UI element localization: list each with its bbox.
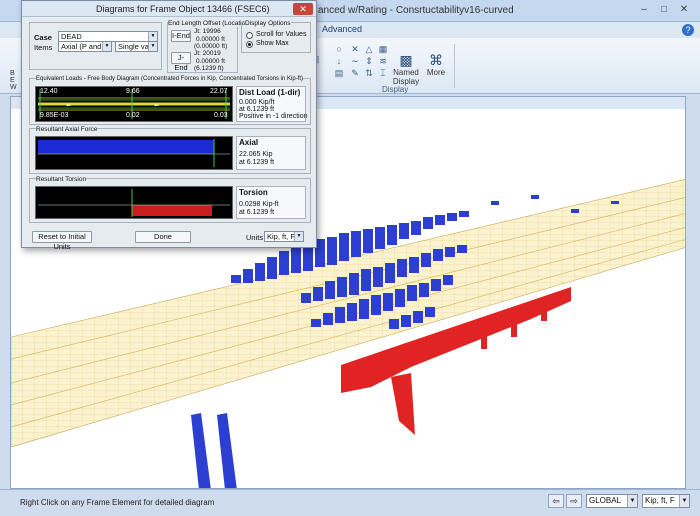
dialog-title-bar: Diagrams for Frame Object 13466 (FSEC6) … xyxy=(22,1,316,17)
j-end-button[interactable]: J-End xyxy=(171,52,191,72)
status-bar: Right Click on any Frame Element for det… xyxy=(0,489,700,516)
i-end-joint: Jt: 19996 xyxy=(194,28,221,35)
j-end-joint: Jt: 20019 xyxy=(194,50,221,57)
torsion-info: Torsion 0.0298 Kip-ft at 6.1239 ft xyxy=(236,186,306,219)
show-max-radio[interactable] xyxy=(246,41,253,48)
dialog-title: Diagrams for Frame Object 13466 (FSEC6) xyxy=(96,4,270,14)
fbd-value-bottom-left: 9.85E-03 xyxy=(40,112,69,119)
scroll-for-values-radio[interactable] xyxy=(246,32,253,39)
case-label: Case xyxy=(34,33,52,42)
svg-text:⇐: ⇐ xyxy=(154,102,159,109)
end-length-offset-title: End Length Offset (Location) xyxy=(168,20,251,27)
chevron-down-icon: ▼ xyxy=(148,42,157,51)
tab-advanced[interactable]: Advanced xyxy=(322,24,362,34)
pen-tool-icon[interactable]: ✎ xyxy=(350,68,360,78)
items-select[interactable]: Axial (P and T) ▼ xyxy=(58,41,112,52)
grid-tool-icon[interactable]: ▦ xyxy=(378,44,388,54)
fbd-value-bottom-right: 0.03 xyxy=(214,112,228,119)
chevron-down-icon: ▼ xyxy=(627,495,637,507)
fbd-value-top-left: 12.40 xyxy=(40,88,58,95)
coordinate-system-select[interactable]: GLOBAL ▼ xyxy=(586,494,638,508)
status-message: Right Click on any Frame Element for det… xyxy=(20,498,215,507)
camera-icon: ▩ xyxy=(399,52,413,68)
minimize-icon[interactable]: – xyxy=(636,3,652,17)
wave-tool-icon[interactable]: ≋ xyxy=(378,56,388,66)
display-options-title: Display Options xyxy=(245,20,291,27)
frame-diagram-dialog: Diagrams for Frame Object 13466 (FSEC6) … xyxy=(21,0,317,251)
chevron-down-icon: ▼ xyxy=(294,232,303,241)
axial-force-plot[interactable] xyxy=(35,136,233,170)
chevron-down-icon: ▼ xyxy=(679,495,689,507)
reset-units-button[interactable]: Reset to Initial Units xyxy=(32,231,92,251)
curve-tool-icon[interactable]: ∼ xyxy=(350,56,360,66)
maximize-icon[interactable]: □ xyxy=(656,3,672,17)
close-icon[interactable]: ✕ xyxy=(676,3,692,17)
svg-text:⇐: ⇐ xyxy=(66,102,71,109)
triangle-tool-icon[interactable]: △ xyxy=(364,44,374,54)
axial-force-title: Resultant Axial Force xyxy=(36,126,98,133)
beam-tool-icon[interactable]: ⌶ xyxy=(378,68,388,78)
torsion-graphic xyxy=(38,189,230,217)
done-button[interactable]: Done xyxy=(135,231,191,243)
i-end-button[interactable]: I-End xyxy=(171,30,191,42)
more-button[interactable]: ⌘ More xyxy=(424,52,448,90)
chevron-down-icon: ▼ xyxy=(102,42,111,51)
nav-back-button[interactable]: ⇦ xyxy=(548,494,564,508)
fbd-value-top-mid: 9.66 xyxy=(126,88,140,95)
i-end-offset: 0.00000 ft xyxy=(196,36,225,43)
arrow-down-tool-icon[interactable]: ↓ xyxy=(334,56,344,66)
items-label: Items xyxy=(34,43,53,52)
chevron-down-icon: ▼ xyxy=(148,32,157,41)
close-icon[interactable]: ✕ xyxy=(293,3,313,15)
nav-forward-button[interactable]: ⇨ xyxy=(566,494,582,508)
ribbon-separator xyxy=(454,44,455,88)
j-end-location: (6.1239 ft) xyxy=(194,65,224,72)
items-mode-select[interactable]: Single valued▼ xyxy=(115,41,158,52)
units-select[interactable]: Kip, ft, F ▼ xyxy=(264,231,304,242)
show-max-label: Show Max xyxy=(256,40,289,47)
app-title: anced w/Rating - Consrtuctabilityv16-cur… xyxy=(318,5,514,16)
cross-tool-icon[interactable]: ✕ xyxy=(350,44,360,54)
table-tool-icon[interactable]: ▤ xyxy=(334,68,344,78)
axial-graphic xyxy=(38,139,230,167)
help-icon[interactable]: ? xyxy=(682,24,694,36)
pier-columns xyxy=(191,413,237,488)
fbd-value-bottom-mid: 0.02 xyxy=(126,112,140,119)
free-body-diagram-title: Equivalent Loads - Free Body Diagram (Co… xyxy=(36,76,304,82)
scroll-for-values-label: Scroll for Values xyxy=(256,31,307,38)
status-units-select[interactable]: Kip, ft, F ▼ xyxy=(642,494,690,508)
free-body-diagram-plot[interactable]: ⇐ ⇐ 12.40 9.66 22.07 9.85E-03 0.02 0.03 xyxy=(35,86,233,122)
torsion-plot[interactable] xyxy=(35,186,233,219)
torsion-title: Resultant Torsion xyxy=(36,176,87,183)
circle-tool-icon[interactable]: ○ xyxy=(334,44,344,54)
vertical-arrows-tool-icon[interactable]: ⇅ xyxy=(364,68,374,78)
j-end-offset: 0.00000 ft xyxy=(196,58,225,65)
fbd-value-top-right: 22.07 xyxy=(210,88,228,95)
more-icon: ⌘ xyxy=(429,52,443,68)
units-label: Units xyxy=(246,233,264,242)
arrows-tool-icon[interactable]: ⇕ xyxy=(364,56,374,66)
axial-force-info: Axial 22.065 Kip at 6.1239 ft xyxy=(236,136,306,170)
i-end-location: (0.00000 ft) xyxy=(194,43,228,50)
dist-load-info: Dist Load (1-dir) 0.000 Kip/ft at 6.1239… xyxy=(236,86,307,122)
ribbon-group-label: Display xyxy=(382,85,409,94)
